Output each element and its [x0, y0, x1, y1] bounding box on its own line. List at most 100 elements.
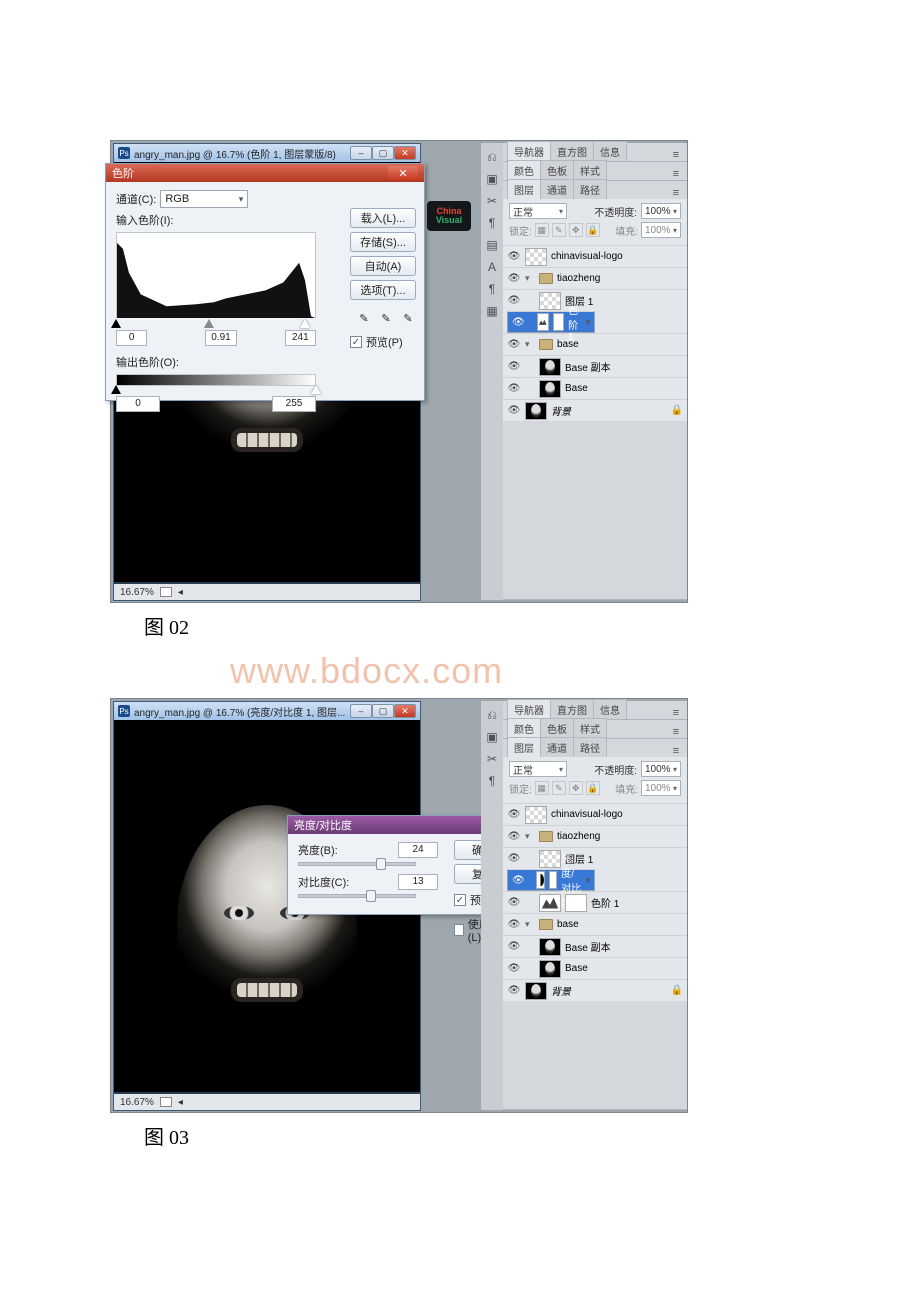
- tab-swatches[interactable]: 色板: [540, 718, 574, 738]
- actions-icon[interactable]: ▣: [484, 171, 500, 187]
- visibility-icon[interactable]: 👁: [512, 317, 525, 328]
- panel-menu-icon[interactable]: ≡: [669, 149, 683, 161]
- lock-paint-icon[interactable]: ✎: [552, 223, 566, 237]
- styles-icon[interactable]: ▦: [484, 303, 500, 319]
- win-maximize[interactable]: ▢: [372, 146, 394, 160]
- shadow-handle[interactable]: [111, 319, 121, 328]
- brush-icon[interactable]: ✂: [484, 751, 500, 767]
- input-slider[interactable]: [116, 320, 316, 330]
- options-button[interactable]: 选项(T)...: [350, 280, 416, 300]
- panel-menu-icon[interactable]: ≡: [669, 726, 683, 738]
- eyedropper-black-icon[interactable]: ✎: [356, 310, 372, 326]
- layercomp-icon[interactable]: ▤: [484, 237, 500, 253]
- visibility-icon[interactable]: 👁: [507, 831, 521, 842]
- lock-all-icon[interactable]: 🔒: [586, 781, 600, 795]
- brightness-slider[interactable]: [298, 862, 416, 866]
- fill-input[interactable]: 100%: [641, 780, 681, 796]
- midtone-handle[interactable]: [204, 319, 214, 328]
- output-shadow-handle[interactable]: [111, 385, 121, 394]
- layer-row[interactable]: 👁▾tiaozheng: [503, 825, 687, 847]
- history-icon[interactable]: ⎌: [484, 707, 500, 723]
- output-highlight-handle[interactable]: [311, 385, 321, 394]
- input-highlight-value[interactable]: 241: [285, 330, 316, 346]
- tab-channels[interactable]: 通道: [540, 737, 574, 757]
- tab-styles[interactable]: 样式: [573, 718, 607, 738]
- layer-row[interactable]: 👁背景🔒: [503, 979, 687, 1001]
- output-slider[interactable]: [116, 386, 316, 396]
- status-icon[interactable]: [160, 587, 172, 597]
- save-button[interactable]: 存储(S)...: [350, 232, 416, 252]
- auto-button[interactable]: 自动(A): [350, 256, 416, 276]
- visibility-icon[interactable]: 👁: [507, 405, 521, 416]
- layer-row[interactable]: 👁图层 1: [503, 289, 687, 311]
- panel-menu-icon[interactable]: ≡: [669, 187, 683, 199]
- visibility-icon[interactable]: 👁: [507, 897, 521, 908]
- visibility-icon[interactable]: 👁: [507, 941, 521, 952]
- lock-trans-icon[interactable]: ▦: [535, 223, 549, 237]
- win-maximize[interactable]: ▢: [372, 704, 394, 718]
- opacity-input[interactable]: 100%: [641, 761, 681, 777]
- tab-channels[interactable]: 通道: [540, 179, 574, 199]
- visibility-icon[interactable]: 👁: [507, 963, 521, 974]
- tab-layers[interactable]: 图层: [507, 179, 541, 199]
- dialog-close[interactable]: ✕: [388, 166, 418, 180]
- layer-row[interactable]: 👁Base: [503, 377, 687, 399]
- layer-row[interactable]: 👁Base 副本: [503, 935, 687, 957]
- history-icon[interactable]: ⎌: [484, 149, 500, 165]
- visibility-icon[interactable]: 👁: [507, 295, 521, 306]
- layer-mask-thumb[interactable]: [553, 313, 564, 331]
- blend-mode-select[interactable]: 正常: [509, 761, 567, 777]
- lock-move-icon[interactable]: ✥: [569, 223, 583, 237]
- panel-menu-icon[interactable]: ≡: [669, 745, 683, 757]
- tab-navigator[interactable]: 导航器: [507, 699, 551, 719]
- win-minimize[interactable]: –: [350, 704, 372, 718]
- visibility-icon[interactable]: 👁: [507, 919, 521, 930]
- visibility-icon[interactable]: 👁: [507, 985, 521, 996]
- layer-row[interactable]: 👁▾tiaozheng: [503, 267, 687, 289]
- tab-paths[interactable]: 路径: [573, 179, 607, 199]
- contrast-slider[interactable]: [298, 894, 416, 898]
- char-icon[interactable]: ¶: [484, 773, 500, 789]
- input-mid-value[interactable]: 0.91: [205, 330, 236, 346]
- visibility-icon[interactable]: 👁: [507, 251, 521, 262]
- opacity-input[interactable]: 100%: [641, 203, 681, 219]
- layer-row[interactable]: 👁色阶 1: [503, 891, 687, 913]
- layer-mask-thumb[interactable]: [549, 871, 558, 889]
- panel-menu-icon[interactable]: ≡: [669, 168, 683, 180]
- visibility-icon[interactable]: 👁: [507, 339, 521, 350]
- layer-row[interactable]: 👁▾base: [503, 333, 687, 355]
- output-shadow-value[interactable]: 0: [116, 396, 160, 412]
- visibility-icon[interactable]: 👁: [507, 273, 521, 284]
- type-icon[interactable]: A: [484, 259, 500, 275]
- layer-mask-thumb[interactable]: [565, 894, 587, 912]
- layer-row[interactable]: 👁Base 副本: [503, 355, 687, 377]
- win-minimize[interactable]: –: [350, 146, 372, 160]
- lock-all-icon[interactable]: 🔒: [586, 223, 600, 237]
- actions-icon[interactable]: ▣: [484, 729, 500, 745]
- tab-styles[interactable]: 样式: [573, 160, 607, 180]
- visibility-icon[interactable]: 👁: [507, 809, 521, 820]
- eyedropper-white-icon[interactable]: ✎: [400, 310, 416, 326]
- lock-trans-icon[interactable]: ▦: [535, 781, 549, 795]
- preview-checkbox[interactable]: ✓预览(P): [350, 334, 416, 350]
- layer-row[interactable]: 👁▾base: [503, 913, 687, 935]
- scroll-left-icon[interactable]: ◂: [178, 587, 183, 598]
- layer-row[interactable]: 👁chinavisual-logo: [503, 245, 687, 267]
- lock-move-icon[interactable]: ✥: [569, 781, 583, 795]
- lock-paint-icon[interactable]: ✎: [552, 781, 566, 795]
- scroll-left-icon[interactable]: ◂: [178, 1097, 183, 1108]
- brush-icon[interactable]: ✂: [484, 193, 500, 209]
- status-icon[interactable]: [160, 1097, 172, 1107]
- visibility-icon[interactable]: 👁: [507, 383, 521, 394]
- tab-info[interactable]: 信息: [593, 699, 627, 719]
- highlight-handle[interactable]: [300, 319, 310, 328]
- output-highlight-value[interactable]: 255: [272, 396, 316, 412]
- tab-layers[interactable]: 图层: [507, 737, 541, 757]
- contrast-value[interactable]: 13: [398, 874, 438, 890]
- tab-info[interactable]: 信息: [593, 141, 627, 161]
- tab-histogram[interactable]: 直方图: [550, 699, 594, 719]
- tab-color[interactable]: 颜色: [507, 160, 541, 180]
- blend-mode-select[interactable]: 正常: [509, 203, 567, 219]
- channel-select[interactable]: RGB: [160, 190, 248, 208]
- char-icon[interactable]: ¶: [484, 215, 500, 231]
